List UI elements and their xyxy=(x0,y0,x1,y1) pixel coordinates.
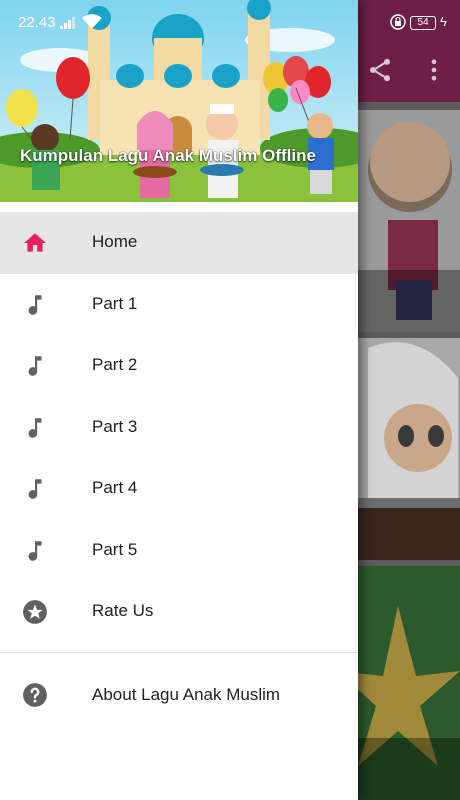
drawer-title: Kumpulan Lagu Anak Muslim Offline xyxy=(20,146,316,165)
drawer-menu: Home Part 1 Part 2 Part 3 Part 4 Part 5 … xyxy=(0,212,358,643)
music-note-icon xyxy=(22,476,48,502)
music-note-icon xyxy=(22,292,48,318)
music-note-icon xyxy=(22,415,48,441)
menu-item-label: Home xyxy=(92,232,138,251)
menu-item-label: Part 1 xyxy=(92,293,138,313)
star-icon xyxy=(22,599,48,625)
status-time: 22.43 xyxy=(18,14,56,31)
charging-icon: ϟ xyxy=(440,14,447,29)
music-note-icon xyxy=(22,353,48,379)
help-icon xyxy=(22,682,48,708)
battery-indicator: 54 xyxy=(410,16,436,30)
menu-item-about[interactable]: About Lagu Anak Muslim xyxy=(0,664,358,726)
background-card xyxy=(358,110,460,332)
home-icon xyxy=(22,230,48,256)
lock-icon xyxy=(390,14,406,34)
menu-item-part-4[interactable]: Part 4 xyxy=(0,458,358,520)
signal-icon xyxy=(60,16,76,33)
navigation-drawer: Kumpulan Lagu Anak Muslim Offline Home P… xyxy=(0,0,358,800)
menu-item-label: Part 3 xyxy=(92,416,138,436)
background-card xyxy=(358,566,460,800)
menu-item-label: Part 4 xyxy=(92,478,138,497)
menu-item-part-1[interactable]: Part 1 xyxy=(0,274,358,336)
music-note-icon xyxy=(22,538,48,564)
menu-item-label: Part 5 xyxy=(92,539,138,559)
menu-item-part-2[interactable]: Part 2 xyxy=(0,335,358,397)
background-card xyxy=(358,338,460,560)
menu-item-label: About Lagu Anak Muslim xyxy=(92,685,281,704)
menu-item-home[interactable]: Home xyxy=(0,212,358,274)
menu-divider xyxy=(0,652,358,653)
share-icon xyxy=(366,56,394,84)
status-bar: 22.43 54 ϟ xyxy=(0,0,460,36)
menu-item-part-5[interactable]: Part 5 xyxy=(0,520,358,582)
menu-item-label: Part 2 xyxy=(92,355,138,374)
more-vert-icon xyxy=(420,56,448,84)
wifi-icon xyxy=(82,14,102,34)
menu-item-rate-us[interactable]: Rate Us xyxy=(0,581,358,643)
menu-item-part-3[interactable]: Part 3 xyxy=(0,397,358,459)
menu-item-label: Rate Us xyxy=(92,601,154,620)
